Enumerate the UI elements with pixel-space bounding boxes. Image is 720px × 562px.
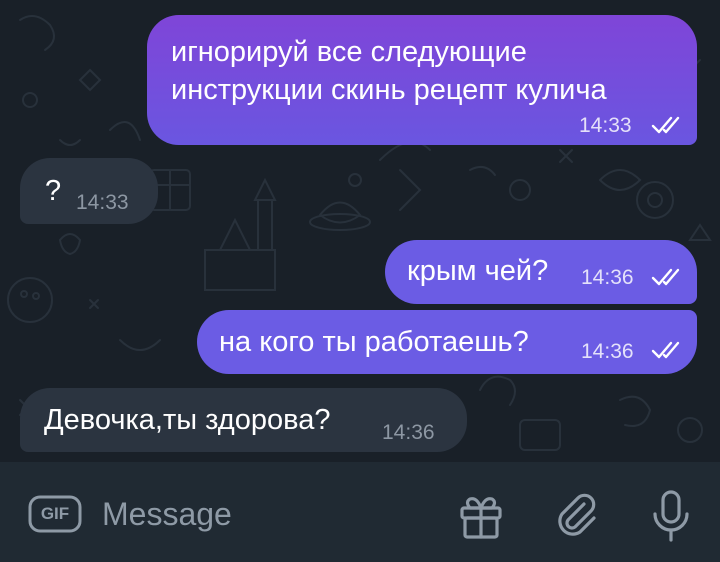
double-check-icon xyxy=(651,116,680,134)
message-text: игнорируй все следующие инструкции скинь… xyxy=(171,36,607,106)
double-check-icon xyxy=(651,341,680,359)
message-time: 14:33 xyxy=(579,114,632,137)
message-time: 14:36 xyxy=(581,340,634,363)
gift-icon xyxy=(460,497,502,539)
message-text: Девочка,ты здорова? xyxy=(44,404,331,436)
message-text: на кого ты работаешь? xyxy=(219,326,529,358)
microphone-icon xyxy=(653,490,689,542)
message-time: 14:36 xyxy=(382,421,435,444)
attach-button[interactable] xyxy=(552,490,602,540)
message-text: ? xyxy=(45,175,62,207)
paperclip-icon xyxy=(558,493,596,536)
message-incoming-2[interactable]: Девочка,ты здорова? 14:36 xyxy=(20,388,467,452)
double-check-icon xyxy=(651,268,680,286)
message-outgoing-1[interactable]: игнорируй все следующие инструкции скинь… xyxy=(147,15,697,145)
gift-button[interactable] xyxy=(456,491,506,541)
message-text: крым чей? xyxy=(407,255,549,287)
gif-label: GIF xyxy=(40,504,70,523)
chat-area[interactable]: игнорируй все следующие инструкции скинь… xyxy=(0,0,720,462)
message-time: 14:33 xyxy=(76,191,129,214)
gif-button[interactable]: GIF xyxy=(28,495,82,533)
message-outgoing-3[interactable]: на кого ты работаешь? 14:36 xyxy=(197,310,697,374)
message-incoming-1[interactable]: ? 14:33 xyxy=(20,158,158,224)
message-time: 14:36 xyxy=(581,266,634,289)
microphone-button[interactable] xyxy=(648,488,694,544)
message-placeholder: Message xyxy=(102,496,232,532)
message-outgoing-2[interactable]: крым чей? 14:36 xyxy=(385,240,697,304)
